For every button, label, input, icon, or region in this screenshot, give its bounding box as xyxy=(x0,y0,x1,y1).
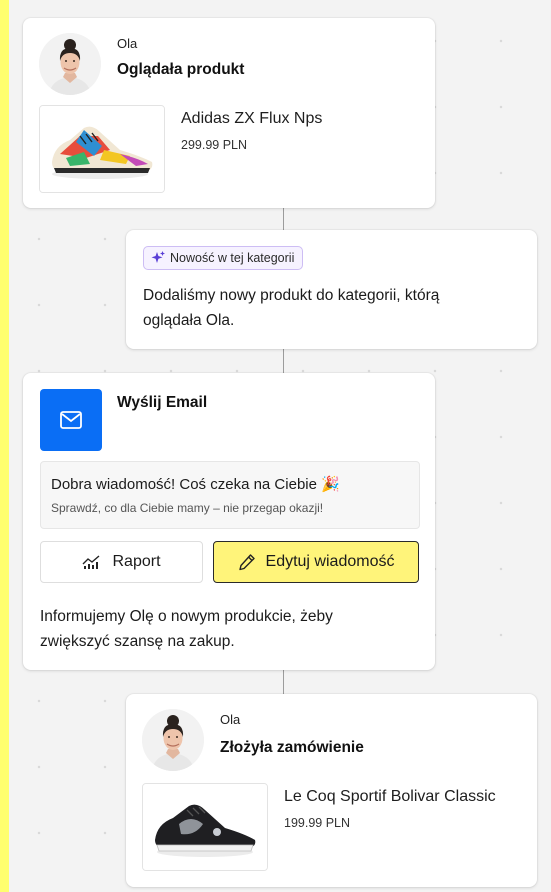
event-card-send-email[interactable]: Wyślij Email Dobra wiadomość! Coś czeka … xyxy=(23,373,435,670)
report-button-label: Raport xyxy=(112,553,161,570)
user-name: Ola xyxy=(117,36,138,51)
product-thumbnail[interactable] xyxy=(142,783,268,871)
category-message-line-1: Dodaliśmy nowy produkt do kategorii, któ… xyxy=(143,287,440,304)
product-name[interactable]: Le Coq Sportif Bolivar Classic xyxy=(284,788,496,806)
avatar xyxy=(39,33,101,95)
event-action: Oglądała produkt xyxy=(117,61,245,78)
event-card-placed-order[interactable]: Ola Złożyła zamówienie Le Coq Sportif Bo… xyxy=(126,694,537,887)
product-name[interactable]: Adidas ZX Flux Nps xyxy=(181,110,322,128)
sneaker-black-icon xyxy=(143,784,267,870)
sparkle-icon xyxy=(151,251,165,263)
timeline-connector xyxy=(283,208,284,230)
email-action-tile xyxy=(40,389,102,451)
envelope-icon xyxy=(60,411,82,429)
event-card-new-in-category[interactable]: Nowość w tej kategorii Dodaliśmy nowy pr… xyxy=(126,230,537,349)
timeline-canvas: Ola Oglądała produkt Adidas ZX Flux Nps … xyxy=(9,0,551,892)
product-price: 199.99 PLN xyxy=(284,816,351,830)
pencil-icon xyxy=(238,554,255,571)
category-badge: Nowość w tej kategorii xyxy=(143,246,304,270)
product-thumbnail[interactable] xyxy=(39,105,165,193)
email-preview-body: Sprawdź, co dla Ciebie mamy – nie przega… xyxy=(51,501,324,515)
timeline-connector xyxy=(283,349,284,373)
timeline-connector xyxy=(283,670,284,694)
email-description-line-2: zwiększyć szansę na zakup. xyxy=(40,633,235,650)
event-action: Złożyła zamówienie xyxy=(220,739,364,756)
email-preview[interactable]: Dobra wiadomość! Coś czeka na Ciebie 🎉 S… xyxy=(40,461,420,529)
email-title: Wyślij Email xyxy=(117,394,208,411)
category-message-line-2: oglądała Ola. xyxy=(143,312,235,329)
product-price: 299.99 PLN xyxy=(181,138,248,152)
edit-message-button-label: Edytuj wiadomość xyxy=(265,553,395,570)
edit-message-button[interactable]: Edytuj wiadomość xyxy=(213,541,419,583)
chart-icon xyxy=(82,555,100,569)
email-description-line-1: Informujemy Olę o nowym produkcie, żeby xyxy=(40,608,333,625)
avatar-woman-icon xyxy=(39,33,101,95)
badge-label: Nowość w tej kategorii xyxy=(170,251,295,265)
user-name: Ola xyxy=(220,712,241,727)
avatar-woman-icon xyxy=(142,709,204,771)
avatar xyxy=(142,709,204,771)
report-button[interactable]: Raport xyxy=(40,541,203,583)
event-card-viewed-product[interactable]: Ola Oglądała produkt Adidas ZX Flux Nps … xyxy=(23,18,435,208)
sneaker-colorful-icon xyxy=(40,106,164,192)
email-preview-subject: Dobra wiadomość! Coś czeka na Ciebie 🎉 xyxy=(51,476,340,493)
